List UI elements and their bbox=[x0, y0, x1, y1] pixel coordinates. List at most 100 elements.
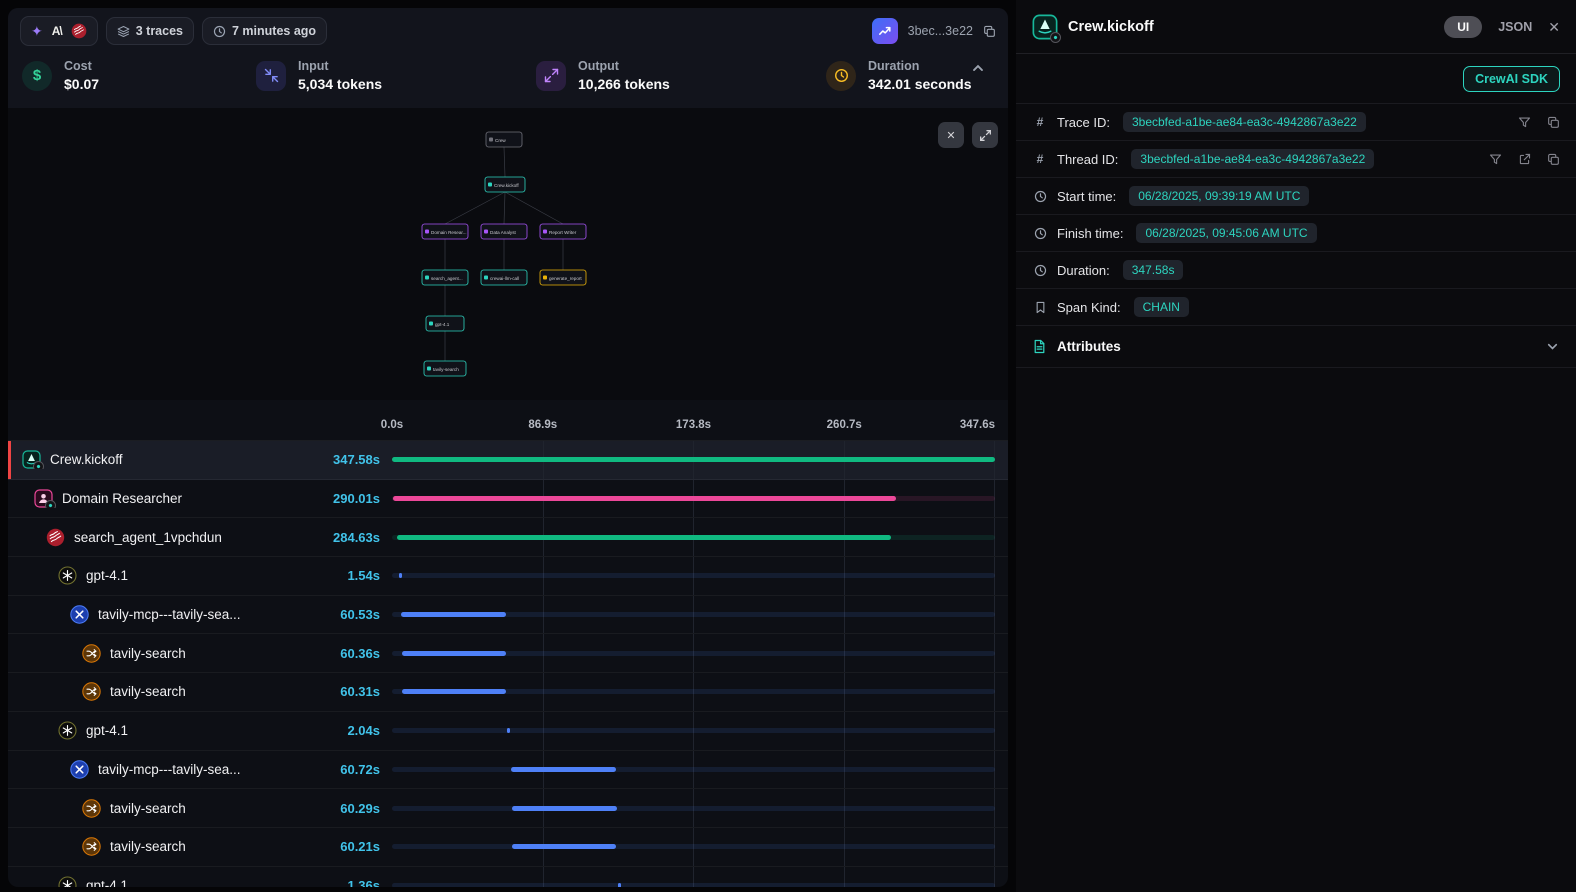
span-row[interactable]: tavily-search60.36s bbox=[8, 634, 1008, 673]
graph-expand-button[interactable] bbox=[972, 122, 998, 148]
span-bar[interactable] bbox=[392, 457, 995, 462]
span-name: tavily-search bbox=[110, 801, 186, 816]
span-row[interactable]: tavily-search60.21s bbox=[8, 828, 1008, 867]
tab-ui[interactable]: UI bbox=[1444, 16, 1482, 38]
copy-icon[interactable] bbox=[1547, 153, 1560, 166]
filter-icon[interactable] bbox=[1489, 153, 1502, 166]
tab-json[interactable]: JSON bbox=[1498, 20, 1532, 34]
span-duration: 60.21s bbox=[306, 839, 380, 854]
graph-close-button[interactable]: ✕ bbox=[938, 122, 964, 148]
span-duration: 60.53s bbox=[306, 607, 380, 622]
span-bar[interactable] bbox=[618, 883, 621, 887]
waterfall-toggle-button[interactable] bbox=[872, 18, 898, 44]
graph-node[interactable]: gpt-4.1 bbox=[426, 316, 464, 331]
span-row[interactable]: tavily-mcp---tavily-sea... 60.53s bbox=[8, 596, 1008, 635]
copy-trace-id-icon[interactable] bbox=[983, 25, 996, 38]
axis-tick: 86.9s bbox=[528, 419, 557, 431]
field-label: Span Kind: bbox=[1057, 300, 1121, 315]
span-bar-track bbox=[392, 441, 995, 479]
redwave-logo-icon bbox=[71, 23, 87, 39]
span-row[interactable]: search_agent_1vpchdun284.63s bbox=[8, 518, 1008, 557]
input-value: 5,034 tokens bbox=[298, 76, 382, 92]
detail-field-row: Duration:347.58s bbox=[1016, 252, 1576, 289]
copy-icon[interactable] bbox=[1547, 116, 1560, 129]
span-bar-track bbox=[392, 751, 995, 789]
span-row[interactable]: tavily-mcp---tavily-sea...60.72s bbox=[8, 751, 1008, 790]
graph-node[interactable]: generate_report bbox=[540, 270, 586, 285]
filter-icon[interactable] bbox=[1518, 116, 1531, 129]
svg-text:crewai-llm-call: crewai-llm-call bbox=[490, 276, 519, 281]
output-tokens-icon bbox=[536, 61, 566, 91]
crewai-icon bbox=[1032, 14, 1058, 40]
chevron-down-icon[interactable] bbox=[1545, 339, 1560, 354]
svg-text:generate_report: generate_report bbox=[549, 276, 582, 281]
span-row[interactable]: gpt-4.12.04s bbox=[8, 712, 1008, 751]
span-bar[interactable] bbox=[512, 844, 616, 849]
graph-node[interactable]: Domain Resear... bbox=[422, 224, 468, 239]
trace-graph: Crew Crew.kickoff Domain Resear... Data Ana… bbox=[8, 108, 1008, 400]
span-bar[interactable] bbox=[397, 535, 891, 540]
span-bar[interactable] bbox=[511, 767, 616, 772]
span-duration: 347.58s bbox=[306, 452, 380, 467]
bookmark-icon bbox=[1032, 301, 1048, 314]
span-bar[interactable] bbox=[402, 689, 507, 694]
span-bar[interactable] bbox=[401, 612, 506, 617]
field-value: 3becbfed-a1be-ae84-ea3c-4942867a3e22 bbox=[1123, 112, 1366, 132]
trace-graph-svg[interactable]: Crew Crew.kickoff Domain Resear... Data Ana… bbox=[8, 108, 1008, 400]
sdk-badge-row: CrewAI SDK bbox=[1016, 54, 1576, 104]
field-value: 347.58s bbox=[1123, 260, 1184, 280]
output-value: 10,266 tokens bbox=[578, 76, 670, 92]
span-row[interactable]: gpt-4.11.36s bbox=[8, 867, 1008, 887]
provider-logos-pill[interactable]: ✦ A\ bbox=[20, 16, 98, 46]
graph-node[interactable]: Crew bbox=[486, 132, 522, 147]
timeline-axis: 0.0s86.9s173.8s260.7s347.6s bbox=[392, 400, 995, 440]
span-bar[interactable] bbox=[393, 496, 896, 501]
graph-node[interactable]: tavily-search bbox=[424, 361, 466, 376]
graph-node[interactable]: Crew.kickoff bbox=[485, 177, 525, 192]
svg-text:Data Analyst: Data Analyst bbox=[490, 230, 517, 235]
span-row[interactable]: Domain Researcher 290.01s bbox=[8, 480, 1008, 519]
span-row[interactable]: tavily-search60.29s bbox=[8, 789, 1008, 828]
collapse-stats-chevron-icon[interactable] bbox=[970, 60, 986, 76]
span-bar-track bbox=[392, 712, 995, 750]
field-label: Thread ID: bbox=[1057, 152, 1118, 167]
stat-duration: Duration 342.01 seconds bbox=[826, 59, 972, 92]
graph-node[interactable]: Report Writer bbox=[540, 224, 586, 239]
clock-icon bbox=[1032, 227, 1048, 240]
waterfall-rows: Crew.kickoff 347.58s Domain Researcher 290.… bbox=[8, 440, 1008, 887]
span-bar[interactable] bbox=[512, 806, 617, 811]
span-row[interactable]: gpt-4.1 1.54s bbox=[8, 557, 1008, 596]
span-name: Domain Researcher bbox=[62, 491, 182, 506]
close-panel-icon[interactable]: ✕ bbox=[1548, 20, 1560, 34]
span-name: Crew.kickoff bbox=[50, 452, 123, 467]
span-name: tavily-mcp---tavily-sea... bbox=[98, 762, 241, 777]
cost-icon: $ bbox=[22, 61, 52, 91]
field-label: Finish time: bbox=[1057, 226, 1123, 241]
graph-node[interactable]: Data Analyst bbox=[481, 224, 527, 239]
span-duration: 290.01s bbox=[306, 491, 380, 506]
crew-icon bbox=[22, 450, 41, 469]
shuffle-icon bbox=[82, 644, 101, 663]
shuffle-icon bbox=[82, 837, 101, 856]
field-label: Start time: bbox=[1057, 189, 1116, 204]
span-row[interactable]: tavily-search60.31s bbox=[8, 673, 1008, 712]
external-icon[interactable] bbox=[1518, 153, 1531, 166]
span-name: gpt-4.1 bbox=[86, 568, 128, 583]
span-bar-track bbox=[392, 596, 995, 634]
span-bar-track bbox=[392, 480, 995, 518]
graph-edge bbox=[445, 192, 505, 224]
trace-header: ✦ A\ 3 traces 7 minutes ago 3bec...3e22 … bbox=[8, 8, 1008, 108]
span-row[interactable]: Crew.kickoff 347.58s bbox=[8, 441, 1008, 480]
graph-node[interactable]: crewai-llm-call bbox=[481, 270, 527, 285]
duration-clock-icon bbox=[826, 61, 856, 91]
svg-text:Crew.kickoff: Crew.kickoff bbox=[494, 183, 519, 188]
attributes-section-header[interactable]: Attributes bbox=[1016, 326, 1576, 368]
detail-field-row: Span Kind:CHAIN bbox=[1016, 289, 1576, 326]
span-name: tavily-search bbox=[110, 646, 186, 661]
span-duration: 1.54s bbox=[306, 568, 380, 583]
span-name: tavily-mcp---tavily-sea... bbox=[98, 607, 241, 622]
graph-node[interactable]: search_agent... bbox=[422, 270, 468, 285]
traces-count-badge[interactable]: 3 traces bbox=[106, 17, 194, 45]
span-bar[interactable] bbox=[402, 651, 507, 656]
stat-cost: $ Cost $0.07 bbox=[22, 59, 99, 92]
